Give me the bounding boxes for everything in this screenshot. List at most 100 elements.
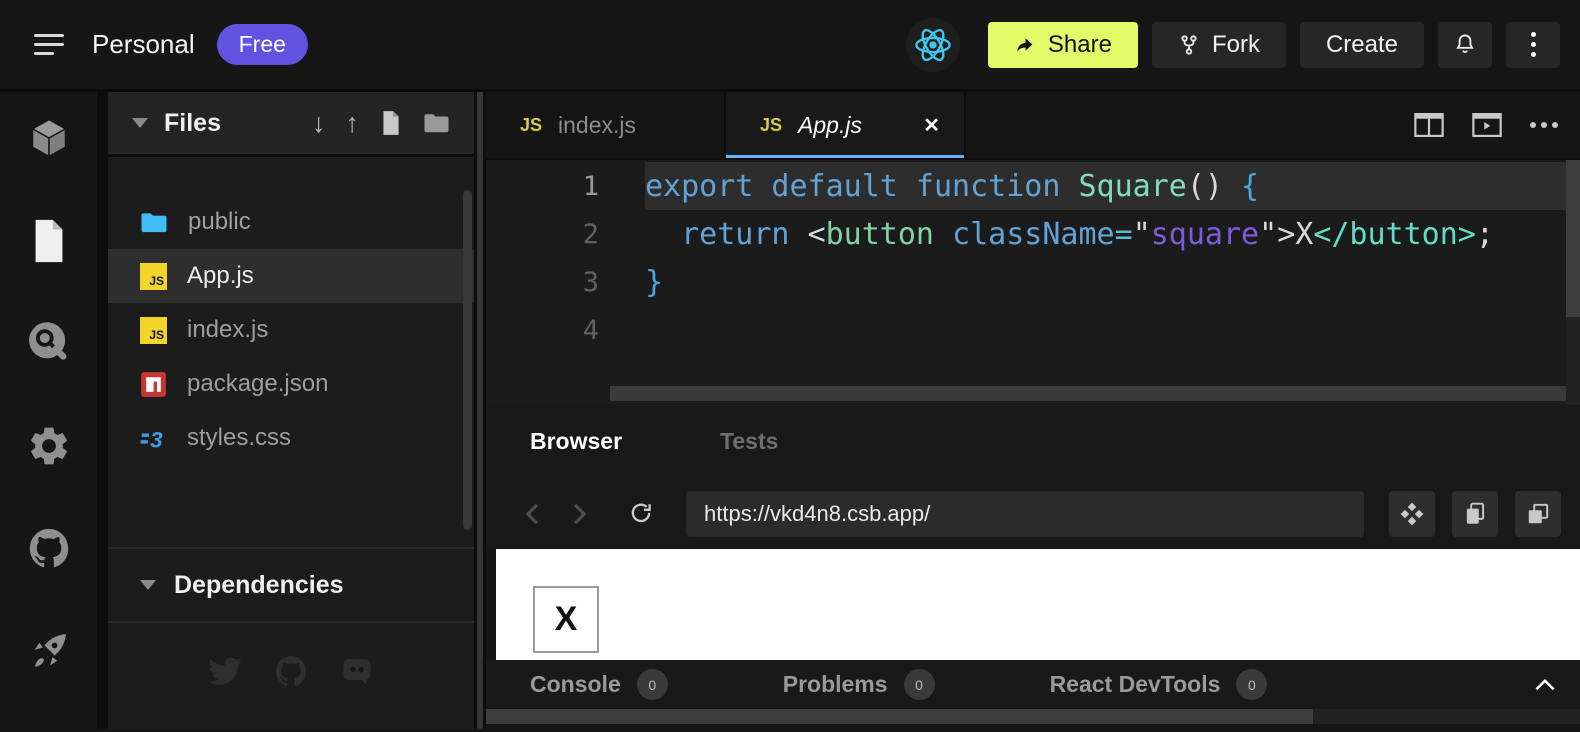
code-token: = [1115, 217, 1133, 252]
github-icon[interactable] [24, 524, 74, 573]
code-line-2[interactable]: 2 return <button className="square">X</b… [486, 210, 1580, 258]
top-bar: Personal Free Share [0, 0, 1580, 92]
menu-icon[interactable] [34, 34, 66, 55]
code-text [645, 306, 1580, 354]
code-text: } [645, 258, 1580, 306]
line-number: 4 [486, 315, 645, 346]
search-icon[interactable] [24, 319, 74, 368]
react-logo-icon [906, 18, 960, 72]
console-tab-problems[interactable]: Problems 0 [783, 669, 935, 700]
preview-tab-tests[interactable]: Tests [720, 428, 778, 455]
new-file-icon[interactable] [379, 110, 403, 136]
more-options-button[interactable] [1506, 22, 1560, 68]
panel-gap [97, 92, 108, 729]
code-text: export default function Square() { [645, 162, 1566, 210]
file-item-App.js[interactable]: JSApp.js [108, 249, 474, 303]
copy-url-icon[interactable] [1452, 491, 1498, 537]
editor-horizontal-scrollbar[interactable] [486, 386, 1580, 401]
code-token: X [1295, 217, 1313, 252]
kebab-menu-icon [1531, 32, 1536, 57]
console-tab-label: Console [530, 671, 621, 698]
editor-tab-index.js[interactable]: JSindex.js [486, 92, 726, 158]
fork-icon [1178, 33, 1200, 57]
open-preview-options-icon[interactable] [1389, 491, 1435, 537]
social-links [108, 623, 474, 729]
code-token: > [1277, 217, 1295, 252]
forward-icon[interactable] [556, 501, 602, 527]
square-button[interactable]: X [533, 586, 599, 653]
javascript-file-icon: JS [140, 317, 167, 344]
file-name: public [188, 208, 251, 236]
line-number: 3 [486, 267, 645, 298]
count-badge: 0 [1236, 669, 1267, 700]
plan-badge: Free [217, 24, 308, 65]
workspace-name[interactable]: Personal [92, 29, 195, 60]
dependencies-section-header[interactable]: Dependencies [108, 549, 474, 621]
split-editor-icon[interactable] [1414, 112, 1444, 138]
back-icon[interactable] [510, 501, 556, 527]
editor-tab-App.js[interactable]: JSApp.js✕ [726, 92, 966, 158]
chevron-down-icon [140, 580, 156, 590]
file-item-package.json[interactable]: package.json [108, 357, 474, 411]
line-number: 1 [486, 171, 645, 202]
console-scrollbar[interactable] [486, 709, 1580, 724]
code-line-3[interactable]: 3} [486, 258, 1580, 306]
github-footer-icon[interactable] [273, 653, 309, 689]
editor-more-icon[interactable] [1530, 122, 1558, 128]
code-token: () [1187, 169, 1241, 204]
code-token [645, 217, 681, 252]
file-item-index.js[interactable]: JSindex.js [108, 303, 474, 357]
new-folder-icon[interactable] [423, 111, 450, 135]
settings-gear-icon[interactable] [24, 422, 74, 471]
codesandbox-app: Personal Free Share [0, 0, 1580, 732]
console-tab-react-devtools[interactable]: React DevTools0 [1050, 669, 1268, 700]
count-badge: 0 [904, 669, 935, 700]
upload-icon[interactable]: ↑ [346, 110, 360, 137]
console-bar: Console0Problems0React DevTools0 [486, 660, 1580, 709]
chevron-down-icon[interactable] [132, 118, 148, 128]
rocket-deploy-icon[interactable] [24, 627, 74, 676]
notifications-button[interactable] [1438, 22, 1492, 68]
preview-tab-browser[interactable]: Browser [530, 428, 622, 455]
code-token: className [952, 217, 1115, 252]
explorer-file-icon[interactable] [24, 217, 74, 266]
code-token: </button> [1313, 217, 1476, 252]
code-token: export default function [645, 169, 1078, 204]
code-token: } [645, 265, 663, 300]
discord-icon[interactable] [339, 653, 375, 689]
files-panel-header: Files ↓ ↑ [108, 92, 474, 157]
code-token: ; [1476, 217, 1494, 252]
code-editor[interactable]: 1export default function Square() {2 ret… [486, 160, 1580, 405]
count-badge: 0 [637, 669, 668, 700]
share-button[interactable]: Share [988, 22, 1138, 68]
expand-console-icon[interactable] [1534, 678, 1556, 692]
twitter-icon[interactable] [207, 653, 243, 689]
sandbox-cube-icon[interactable] [24, 114, 74, 163]
file-item-styles.css[interactable]: 3styles.css [108, 411, 474, 465]
file-item-public[interactable]: public [108, 195, 474, 249]
url-input[interactable] [686, 491, 1364, 537]
files-scrollbar[interactable] [463, 190, 472, 530]
browser-nav-bar [486, 478, 1580, 549]
create-button[interactable]: Create [1300, 22, 1424, 68]
tab-label: App.js [798, 112, 862, 139]
open-in-new-window-icon[interactable] [1515, 491, 1561, 537]
preview-toggle-icon[interactable] [1472, 112, 1502, 138]
fork-button[interactable]: Fork [1152, 22, 1286, 68]
refresh-icon[interactable] [618, 500, 664, 528]
console-tab-console[interactable]: Console 0 [530, 669, 668, 700]
console-tab-label: Problems [783, 671, 888, 698]
bell-icon [1452, 32, 1478, 58]
code-line-1[interactable]: 1export default function Square() { [486, 162, 1580, 210]
code-token: " [1133, 217, 1151, 252]
code-line-4[interactable]: 4 [486, 306, 1580, 354]
code-token: square [1151, 217, 1259, 252]
code-token: " [1259, 217, 1277, 252]
download-icon[interactable]: ↓ [312, 110, 326, 137]
panel-resize-handle[interactable] [474, 92, 486, 729]
close-tab-icon[interactable]: ✕ [923, 113, 940, 138]
share-icon [1014, 36, 1036, 54]
editor-vertical-scrollbar[interactable] [1566, 160, 1580, 405]
file-name: App.js [187, 262, 254, 290]
tab-label: index.js [558, 112, 636, 139]
